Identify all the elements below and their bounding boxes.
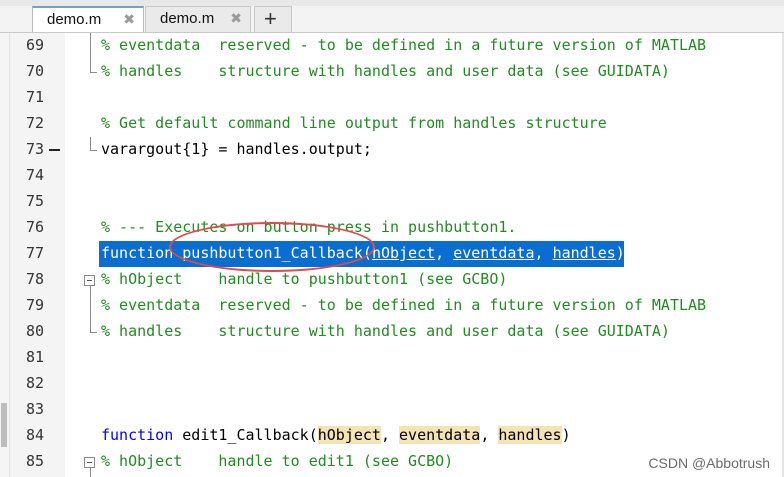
line-number: 76 [25, 218, 44, 236]
line-number: 79 [25, 296, 44, 314]
code-text: varargout{1} = handles.output; [101, 140, 372, 158]
code-line-selected: 77 function pushbutton1_Callback(hObject… [0, 241, 784, 267]
line-number: 84 [25, 426, 44, 444]
comment-text: % hObject handle to pushbutton1 (see GCB… [101, 270, 508, 288]
fold-guide [90, 286, 91, 332]
line-number: 75 [25, 192, 44, 210]
code-line: 80 % handles structure with handles and … [0, 319, 784, 345]
comment-text: % eventdata reserved - to be defined in … [101, 36, 707, 54]
code-line: 78 % hObject handle to pushbutton1 (see … [0, 267, 784, 293]
paren-close: ) [615, 244, 625, 262]
param-separator: , [435, 244, 454, 262]
line-number: 70 [25, 62, 44, 80]
close-icon[interactable]: ✖ [123, 11, 135, 28]
editor-tab-bar: demo.m ✖ demo.m ✖ + [0, 0, 784, 33]
comment-text: % hObject handle to edit1 (see GCBO) [101, 452, 454, 470]
line-number: 80 [25, 322, 44, 340]
param-separator: , [480, 426, 499, 444]
line-number: 81 [25, 348, 44, 366]
comment-text: % handles structure with handles and use… [101, 62, 670, 80]
breakpoint-dash[interactable] [49, 149, 60, 151]
code-line: 83 [0, 397, 784, 423]
comment-text: % eventdata reserved - to be defined in … [101, 296, 707, 314]
line-number: 71 [25, 88, 44, 106]
line-number: 78 [25, 270, 44, 288]
param-hobject: hObject [317, 426, 381, 444]
code-line: 72 % Get default command line output fro… [0, 111, 784, 137]
line-number: 83 [25, 400, 44, 418]
line-number: 85 [25, 452, 44, 470]
function-name: edit1_Callback [182, 426, 309, 444]
code-line: 82 [0, 371, 784, 397]
code-line: 75 [0, 189, 784, 215]
paren-close: ) [561, 426, 571, 444]
param-separator: , [534, 244, 553, 262]
line-number: 72 [25, 114, 44, 132]
code-line: 69 % eventdata reserved - to be defined … [0, 33, 784, 59]
fold-collapse-icon[interactable] [84, 457, 95, 468]
fold-guide [90, 137, 91, 150]
code-line: 81 [0, 345, 784, 371]
add-tab-button[interactable]: + [254, 6, 292, 32]
line-number: 69 [25, 36, 44, 54]
close-icon[interactable]: ✖ [230, 10, 242, 27]
line-number: 74 [25, 166, 44, 184]
param-handles: handles [552, 244, 616, 262]
fold-end-tick [90, 150, 97, 151]
code-line: 71 [0, 85, 784, 111]
code-line: 84 function edit1_Callback(hObject, even… [0, 423, 784, 449]
line-number: 73 [25, 140, 44, 158]
tab-label: demo.m [160, 10, 215, 27]
function-keyword: function [101, 426, 174, 444]
plus-icon: + [264, 6, 277, 31]
annotation-ellipse [169, 222, 375, 272]
fold-guide [90, 468, 91, 477]
tab-demo-inactive[interactable]: demo.m ✖ [145, 6, 251, 32]
paren-open: ( [308, 426, 318, 444]
param-eventdata: eventdata [453, 244, 535, 262]
fold-collapse-icon[interactable] [84, 275, 95, 286]
fold-end-tick [90, 72, 97, 73]
code-line: 79 % eventdata reserved - to be defined … [0, 293, 784, 319]
function-definition: function edit1_Callback(hObject, eventda… [101, 426, 571, 444]
param-handles: handles [498, 426, 562, 444]
tab-label: demo.m [47, 11, 102, 28]
line-number: 77 [25, 244, 44, 262]
fold-end-tick [90, 332, 97, 333]
code-line: 76 % --- Executes on button press in pus… [0, 215, 784, 241]
param-eventdata: eventdata [399, 426, 481, 444]
line-number: 82 [25, 374, 44, 392]
comment-text: % handles structure with handles and use… [101, 322, 670, 340]
tab-demo-active[interactable]: demo.m ✖ [32, 6, 144, 32]
code-line: 74 [0, 163, 784, 189]
param-separator: , [380, 426, 400, 444]
code-line: 70 % handles structure with handles and … [0, 59, 784, 85]
watermark: CSDN @Abbotrush [648, 455, 770, 471]
function-keyword: function [101, 244, 174, 262]
comment-text: % Get default command line output from h… [101, 114, 607, 132]
param-hobject: hObject [371, 244, 436, 262]
fold-guide [90, 33, 91, 72]
code-line: 73 varargout{1} = handles.output; [0, 137, 784, 163]
